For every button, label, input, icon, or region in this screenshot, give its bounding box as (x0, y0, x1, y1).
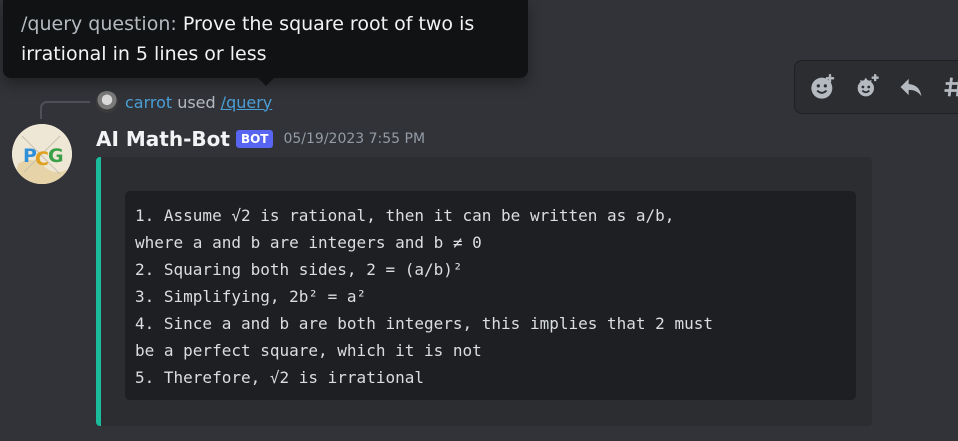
bot-avatar[interactable]: P C G (12, 124, 72, 184)
code-line: 1. Assume √2 is rational, then it can be… (135, 206, 675, 225)
code-line: 3. Simplifying, 2b² = a² (135, 287, 367, 306)
reply-user-avatar[interactable] (96, 91, 118, 113)
create-thread-button[interactable] (935, 67, 958, 107)
code-line: 4. Since a and b are both integers, this… (135, 314, 713, 333)
svg-text:G: G (48, 145, 64, 167)
svg-text:C: C (35, 148, 49, 170)
code-block: 1. Assume √2 is rational, then it can be… (125, 191, 856, 400)
tooltip-prefix: /query question: (21, 13, 177, 35)
chat-view: /query question: Prove the square root o… (0, 0, 958, 441)
bot-username[interactable]: AI Math-Bot (96, 127, 230, 151)
add-reaction-icon (811, 74, 835, 99)
code-line: where a and b are integers and b ≠ 0 (135, 233, 482, 252)
bot-avatar-image: P C G (12, 124, 72, 184)
message-timestamp[interactable]: 05/19/2023 7:55 PM (283, 131, 425, 147)
add-super-reaction-button[interactable] (847, 67, 887, 107)
reply-icon (900, 78, 922, 97)
code-line: 5. Therefore, √2 is irrational (135, 368, 424, 387)
reply-used-text: used (177, 92, 216, 112)
message-actions-bar (794, 60, 958, 114)
command-tooltip: /query question: Prove the square root o… (3, 0, 528, 86)
message-header: AI Math-Bot BOT 05/19/2023 7:55 PM (96, 124, 425, 154)
create-thread-icon (944, 77, 958, 97)
add-super-reaction-icon (857, 74, 879, 97)
tooltip-text: /query question: Prove the square root o… (21, 9, 521, 69)
code-line: be a perfect square, which it is not (135, 341, 482, 360)
reply-username[interactable]: carrot (125, 93, 172, 112)
tooltip-arrow (258, 78, 274, 86)
add-reaction-button[interactable] (803, 67, 843, 107)
reply-spine (40, 101, 90, 119)
message-embed: 1. Assume √2 is rational, then it can be… (96, 157, 872, 426)
reply-reference[interactable]: carrot used /query (96, 90, 272, 114)
code-line: 2. Squaring both sides, 2 = (a/b)² (135, 260, 463, 279)
reply-button[interactable] (891, 67, 931, 107)
bot-badge: BOT (235, 130, 274, 148)
reply-command-link[interactable]: /query (221, 93, 273, 112)
